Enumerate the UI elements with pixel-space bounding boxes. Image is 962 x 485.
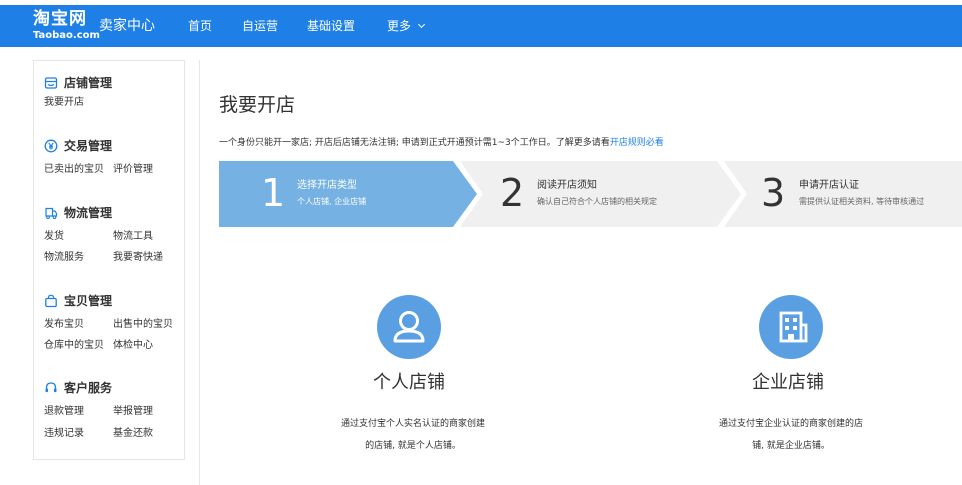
sidebar-item-ship[interactable]: 发货 xyxy=(44,230,64,244)
enterprise-store-desc-line2: 铺, 就是企业店铺。 xyxy=(752,441,830,451)
top-bar: 淘宝网 Taobao.com 卖家中心 首页 自运营 基础设置 更多 xyxy=(0,5,962,47)
sidebar-item-open-store[interactable]: 我要开店 xyxy=(44,96,84,110)
step-progress: 1 选择开店类型 个人店铺, 企业店铺 2 阅读开店须知 确认自己符合个人店铺的… xyxy=(219,161,962,227)
step-3-number: 3 xyxy=(761,171,786,215)
personal-store-icon-button[interactable] xyxy=(377,295,441,359)
nav-self-operation[interactable]: 自运营 xyxy=(242,17,278,35)
step-3-subtitle: 需提供认证相关资料, 等待审核通过 xyxy=(799,197,925,206)
sidebar-item-logistics-service[interactable]: 物流服务 xyxy=(44,251,84,265)
page-title: 我要开店 xyxy=(219,94,296,116)
step-2-title: 阅读开店须知 xyxy=(537,180,597,191)
building-icon xyxy=(779,311,808,343)
nav-more-label: 更多 xyxy=(387,19,412,33)
nav-basic-settings[interactable]: 基础设置 xyxy=(307,17,355,35)
logo-text-cn: 淘宝网 xyxy=(33,9,87,29)
sidebar-item-violations[interactable]: 违规记录 xyxy=(44,427,84,441)
sidebar-item-sold-items[interactable]: 已卖出的宝贝 xyxy=(44,163,104,177)
bag-icon xyxy=(45,294,57,308)
personal-store-desc-line2: 的店铺, 就是个人店铺。 xyxy=(365,441,461,451)
nav-more[interactable]: 更多 xyxy=(387,17,426,35)
store-rules-link[interactable]: 开店规则必看 xyxy=(610,138,664,148)
step-1-bg xyxy=(219,161,477,227)
store-icon xyxy=(44,77,58,89)
step-3-title: 申请开店认证 xyxy=(799,180,859,191)
sidebar-section-title: 客户服务 xyxy=(64,381,113,395)
step-1-title: 选择开店类型 xyxy=(297,180,357,191)
content-divider xyxy=(199,60,200,485)
taobao-logo[interactable]: 淘宝网 Taobao.com xyxy=(33,9,100,43)
notice-body: 一个身份只能开一家店; 开店后店铺无法注销; 申请到正式开通预计需1~3个工作日… xyxy=(219,138,610,148)
sidebar-item-reports[interactable]: 举报管理 xyxy=(113,405,153,419)
sidebar-section-title: 交易管理 xyxy=(64,139,113,153)
delivery-icon xyxy=(45,207,58,220)
sidebar-item-fund-repayment[interactable]: 基金还款 xyxy=(113,427,153,441)
sidebar-item-on-sale[interactable]: 出售中的宝贝 xyxy=(113,318,173,332)
personal-store-desc-line1: 通过支付宝个人实名认证的商家创建 xyxy=(340,419,485,429)
sidebar-item-in-warehouse[interactable]: 仓库中的宝贝 xyxy=(44,339,104,353)
step-progress-bar xyxy=(219,161,962,227)
sidebar-section-title: 店铺管理 xyxy=(64,76,113,90)
enterprise-store-icon-button[interactable] xyxy=(759,295,823,359)
step-2-subtitle: 确认自己符合个人店铺的相关规定 xyxy=(537,197,657,206)
chevron-down-icon xyxy=(417,20,426,29)
sidebar-item-publish[interactable]: 发布宝贝 xyxy=(44,318,84,332)
sidebar-section-title: 宝贝管理 xyxy=(64,294,113,308)
sidebar-item-health-check[interactable]: 体检中心 xyxy=(113,339,153,353)
enterprise-store-desc-line1: 通过支付宝企业认证的商家创建的店 xyxy=(718,419,863,429)
sidebar-section-title: 物流管理 xyxy=(64,206,113,220)
sidebar-item-logistics-tools[interactable]: 物流工具 xyxy=(113,230,153,244)
logo-text-en: Taobao.com xyxy=(33,30,100,41)
step-3-bg xyxy=(724,161,962,227)
sidebar-item-send-express[interactable]: 我要寄快递 xyxy=(113,251,163,265)
sidebar-item-refunds[interactable]: 退款管理 xyxy=(44,405,84,419)
yuan-icon xyxy=(44,139,58,153)
personal-store-title[interactable]: 个人店铺 xyxy=(373,371,445,395)
step-1-number: 1 xyxy=(261,171,286,215)
enterprise-store-title[interactable]: 企业店铺 xyxy=(752,371,824,395)
nav-home[interactable]: 首页 xyxy=(188,17,212,35)
person-icon xyxy=(393,311,425,343)
notice-text: 一个身份只能开一家店; 开店后店铺无法注销; 申请到正式开通预计需1~3个工作日… xyxy=(219,137,664,149)
headset-icon xyxy=(45,382,57,393)
step-2-number: 2 xyxy=(500,171,525,215)
seller-center-title[interactable]: 卖家中心 xyxy=(99,16,155,36)
sidebar: 店铺管理 我要开店 交易管理 已卖出的宝贝 评价管理 物流管理 发货 物流工具 … xyxy=(33,60,185,460)
sidebar-item-reviews[interactable]: 评价管理 xyxy=(113,163,153,177)
step-1-subtitle: 个人店铺, 企业店铺 xyxy=(297,197,367,206)
